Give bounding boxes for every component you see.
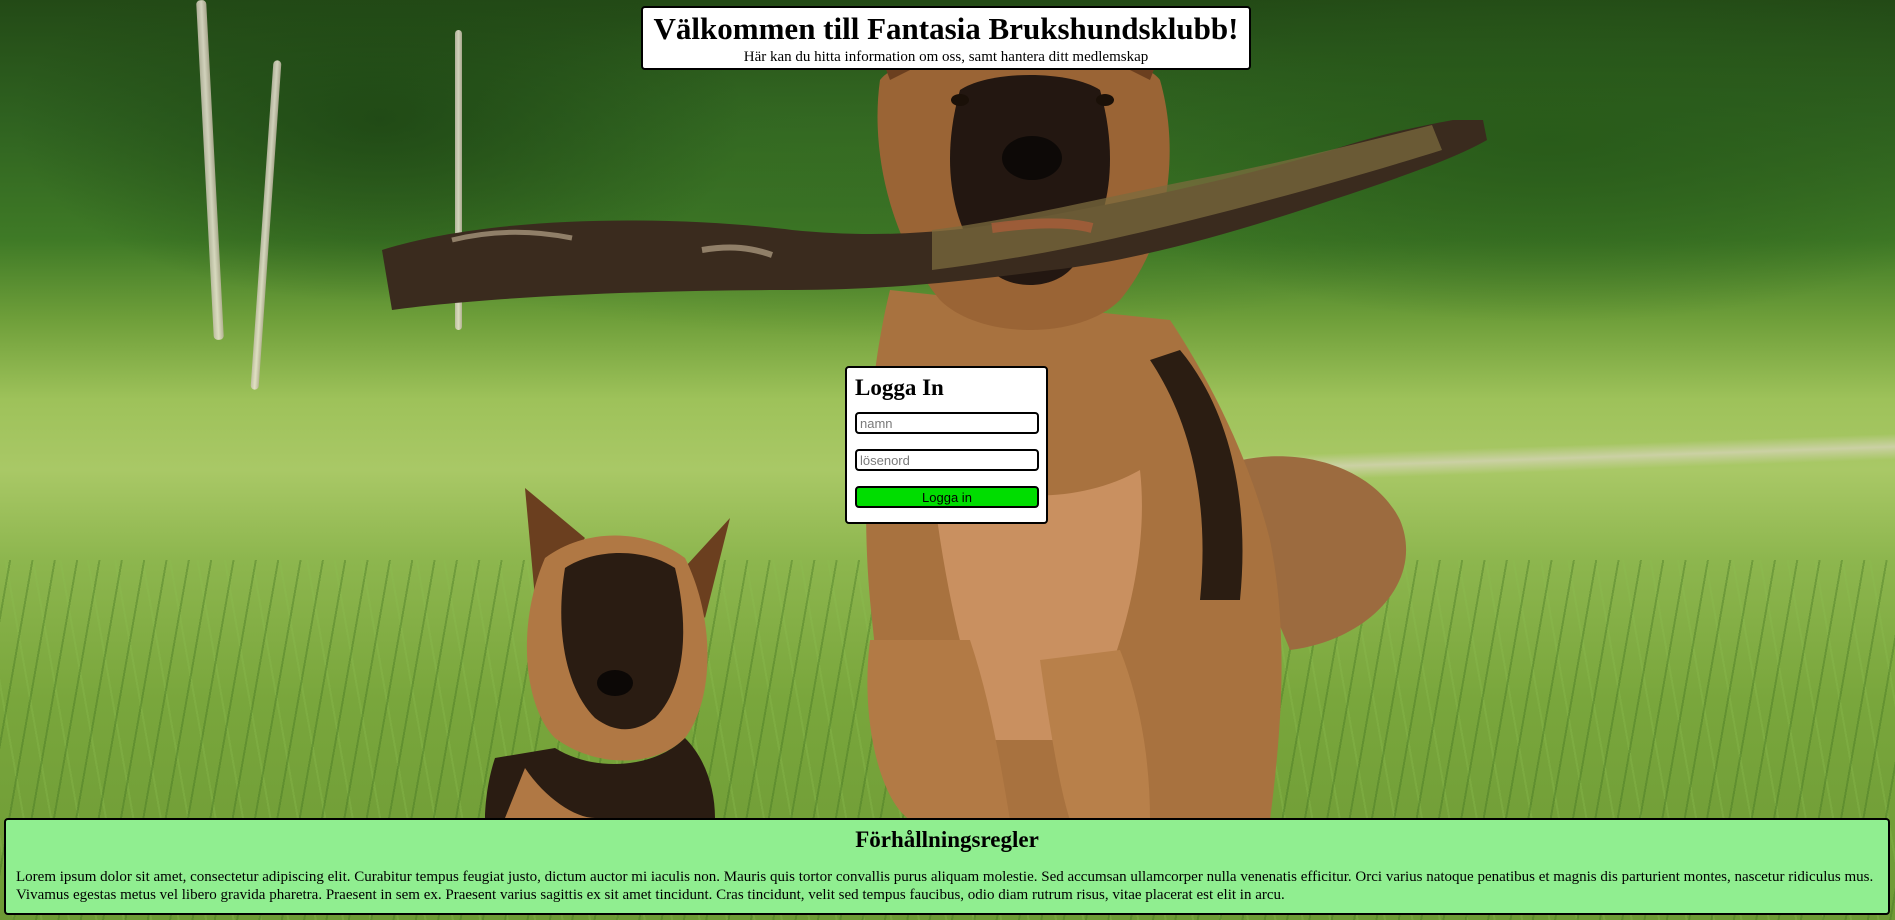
login-button[interactable]: Logga in	[855, 486, 1039, 508]
rules-text: Lorem ipsum dolor sit amet, consectetur …	[16, 869, 1874, 903]
name-input[interactable]	[855, 412, 1039, 434]
puppy-illustration	[485, 488, 730, 818]
rules-title: Förhållningsregler	[855, 827, 1039, 852]
page-title: Välkommen till Fantasia Brukshundsklubb!	[653, 11, 1239, 46]
page-subtitle: Här kan du hitta information om oss, sam…	[743, 49, 1149, 65]
welcome-header: Välkommen till Fantasia Brukshundsklubb!…	[641, 6, 1251, 70]
login-title: Logga In	[855, 375, 944, 400]
login-form: Logga In Logga in	[845, 366, 1048, 524]
password-input[interactable]	[855, 449, 1039, 471]
tree-trunk	[196, 0, 224, 341]
rules-section: Förhållningsregler Lorem ipsum dolor sit…	[4, 818, 1890, 915]
tree-trunk	[250, 60, 282, 390]
page: Välkommen till Fantasia Brukshundsklubb!…	[0, 0, 1895, 920]
